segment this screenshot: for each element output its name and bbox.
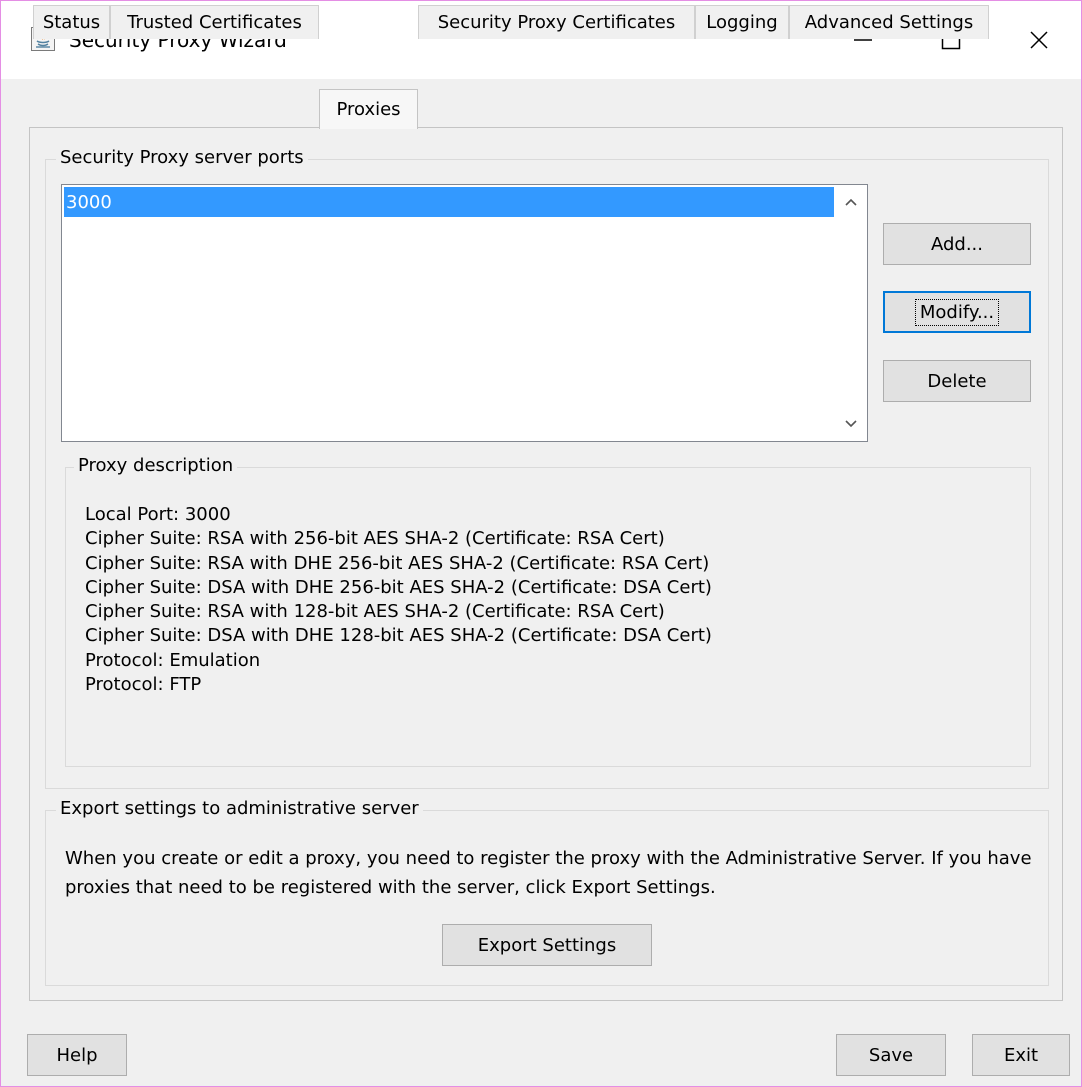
exit-button[interactable]: Exit [972,1034,1070,1076]
description-line: Cipher Suite: DSA with DHE 128-bit AES S… [85,625,712,647]
add-button[interactable]: Add... [883,223,1031,265]
proxy-description-title: Proxy description [74,455,238,476]
export-settings-button[interactable]: Export Settings [442,924,652,966]
description-line: Cipher Suite: RSA with DHE 256-bit AES S… [85,552,710,574]
add-button-label: Add... [930,233,983,255]
tab-status[interactable]: Status [33,5,110,39]
list-item[interactable]: 3000 [64,187,834,217]
save-button[interactable]: Save [836,1034,946,1076]
tab-label: Security Proxy Certificates [437,12,676,33]
tab-logging[interactable]: Logging [695,5,789,39]
save-button-label: Save [868,1044,914,1066]
proxy-description-text: Local Port: 3000 Cipher Suite: RSA with … [85,503,712,697]
tab-label: Status [42,12,101,33]
ports-list-scrollbar[interactable] [834,185,867,441]
help-button[interactable]: Help [27,1034,127,1076]
description-line: Cipher Suite: RSA with 256-bit AES SHA-2… [85,528,665,550]
tab-security-proxy-certificates[interactable]: Security Proxy Certificates [418,5,695,39]
delete-button-label: Delete [927,370,987,392]
description-line: Protocol: Emulation [85,649,261,671]
close-button[interactable] [995,1,1082,79]
exit-button-label: Exit [1003,1044,1039,1066]
help-button-label: Help [56,1044,98,1066]
chevron-up-icon [844,198,857,206]
ports-list[interactable]: 3000 [61,184,868,442]
server-ports-group-title: Security Proxy server ports [56,147,308,168]
modify-button-label: Modify... [914,298,1000,326]
wizard-window: Security Proxy Wizard Status Trusted Cer… [0,0,1082,1087]
tab-label: Logging [706,12,778,33]
tab-label: Trusted Certificates [127,12,302,33]
chevron-down-icon [844,420,857,428]
tab-proxies[interactable]: Proxies [319,89,418,129]
export-settings-button-label: Export Settings [477,934,617,956]
export-settings-message: When you create or edit a proxy, you nee… [65,848,1032,898]
export-settings-group-title: Export settings to administrative server [56,798,423,819]
modify-button[interactable]: Modify... [883,291,1031,333]
description-line: Protocol: FTP [85,674,202,696]
tab-label: Advanced Settings [804,12,974,33]
description-line: Local Port: 3000 [85,504,231,525]
scroll-up-button[interactable] [834,187,867,217]
scroll-down-button[interactable] [834,409,867,439]
close-icon [1030,31,1048,49]
description-line: Cipher Suite: RSA with 128-bit AES SHA-2… [85,601,665,623]
description-line: Cipher Suite: DSA with DHE 256-bit AES S… [85,576,712,598]
delete-button[interactable]: Delete [883,360,1031,402]
tab-trusted-certificates[interactable]: Trusted Certificates [110,5,319,39]
list-item-label: 3000 [66,191,112,213]
tab-label: Proxies [336,99,401,120]
tab-advanced-settings[interactable]: Advanced Settings [789,5,989,39]
